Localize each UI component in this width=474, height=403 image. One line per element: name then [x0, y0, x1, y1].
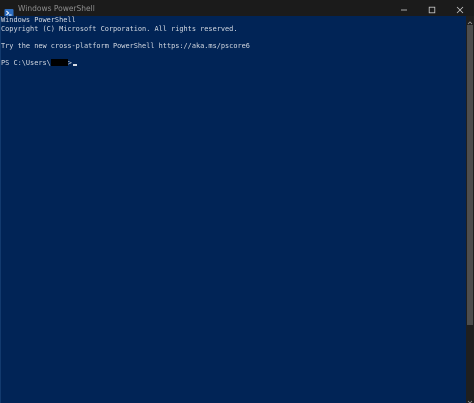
window-title: Windows PowerShell — [18, 3, 95, 13]
scroll-up-button[interactable] — [466, 16, 474, 24]
scrollbar-thumb[interactable] — [467, 25, 473, 325]
minimize-icon — [400, 0, 408, 18]
minimize-button[interactable] — [390, 0, 418, 16]
redacted-username — [50, 58, 68, 66]
scroll-down-button[interactable] — [466, 395, 474, 403]
maximize-button[interactable] — [418, 0, 446, 16]
console-output[interactable]: Windows PowerShell Copyright (C) Microso… — [0, 16, 466, 403]
prompt-prefix: PS C:\Users\ — [1, 58, 51, 67]
title-bar[interactable]: Windows PowerShell — [0, 0, 474, 17]
close-icon — [456, 0, 464, 18]
powershell-window: Windows PowerShell Windows PowerShell Co… — [0, 0, 474, 403]
console-line: Windows PowerShell — [1, 16, 76, 24]
vertical-scrollbar[interactable] — [466, 16, 474, 403]
prompt-line[interactable]: PS C:\Users\ > — [0, 58, 466, 68]
console-line: Copyright (C) Microsoft Corporation. All… — [1, 24, 238, 33]
window-edge — [0, 16, 1, 403]
window-controls — [390, 0, 474, 16]
console-line: Try the new cross-platform PowerShell ht… — [1, 41, 250, 50]
prompt-suffix: > — [67, 58, 72, 67]
text-cursor — [72, 63, 77, 66]
powershell-icon — [4, 3, 14, 17]
scroll-down-arrow-icon — [467, 390, 473, 403]
maximize-icon — [428, 0, 436, 18]
